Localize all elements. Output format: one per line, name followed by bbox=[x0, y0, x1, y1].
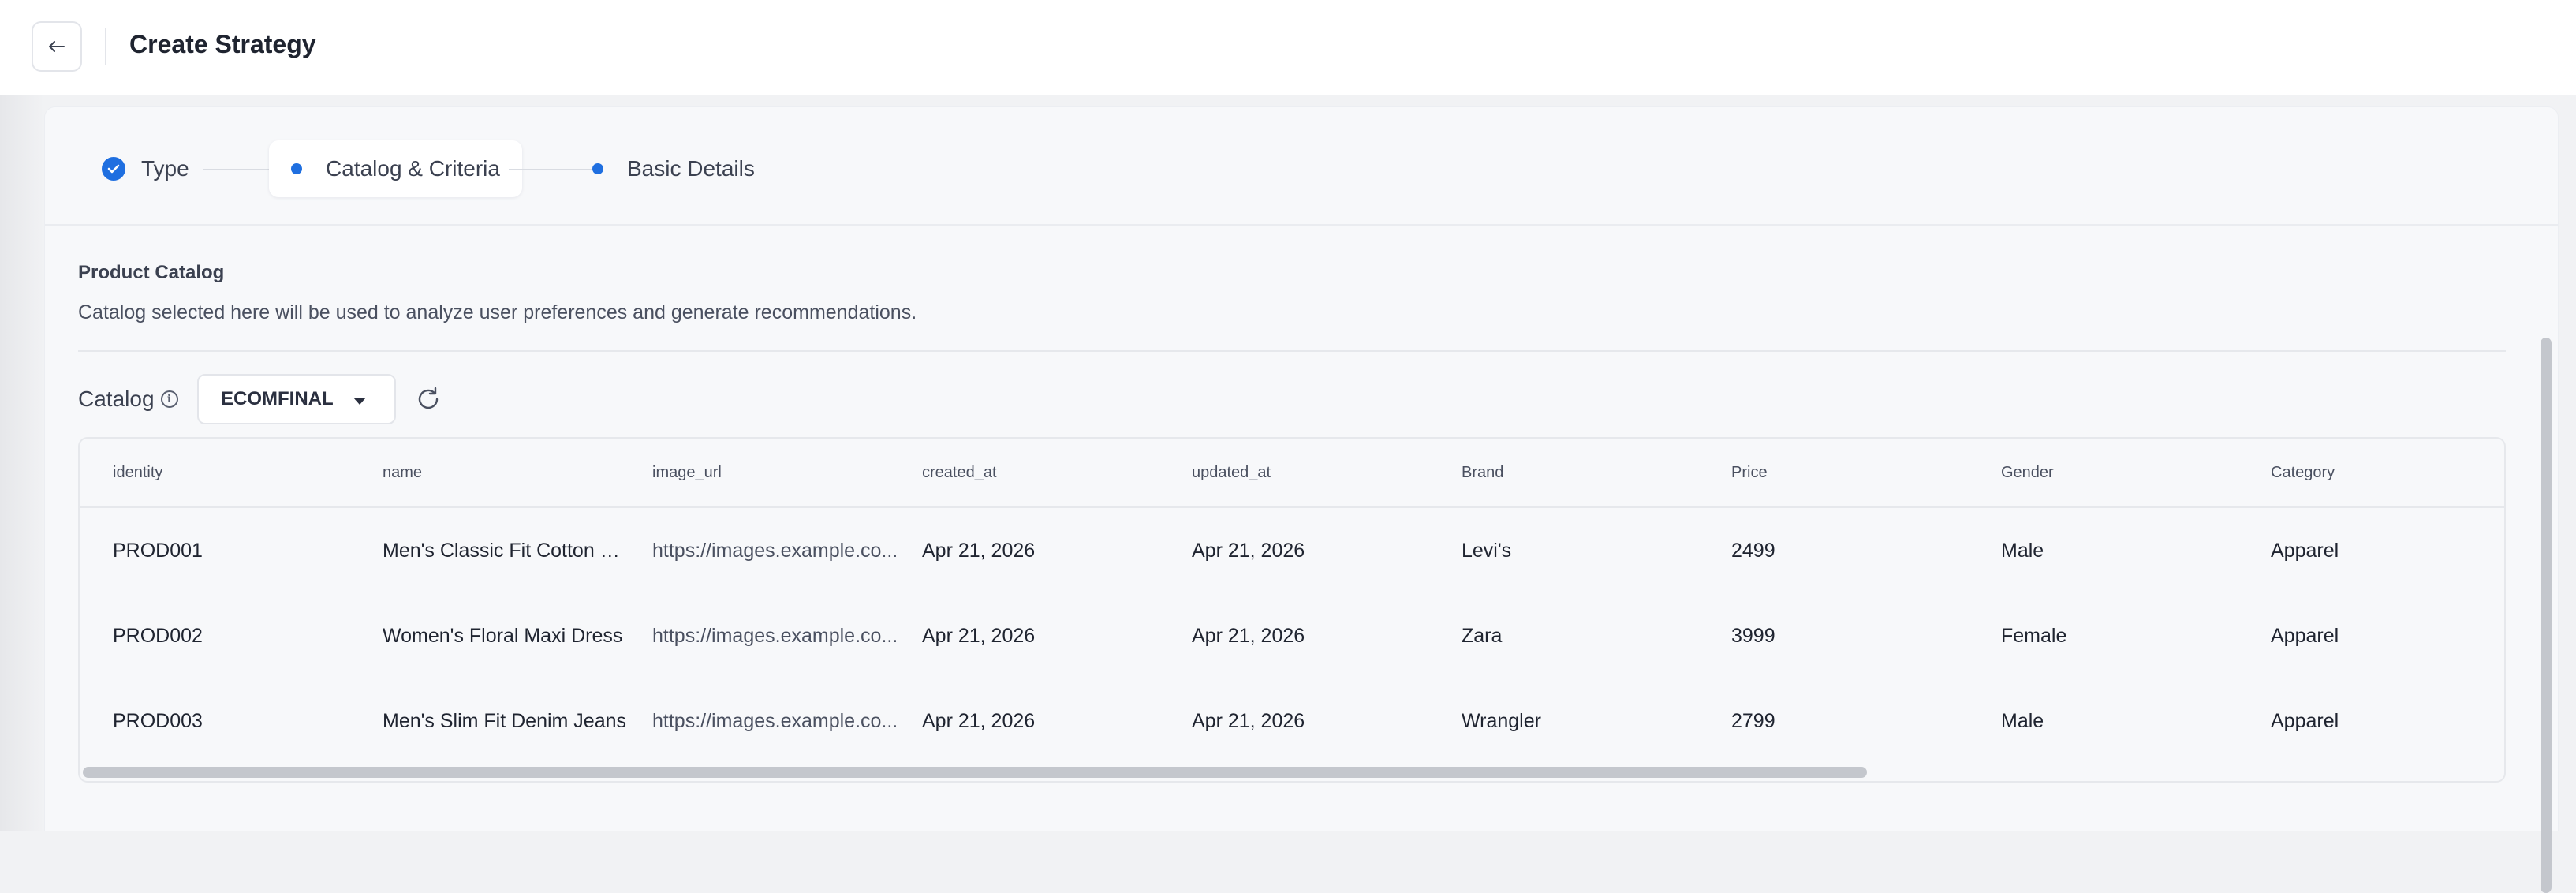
step-catalog-criteria[interactable]: Catalog & Criteria bbox=[269, 140, 522, 197]
horizontal-scrollbar-thumb[interactable] bbox=[83, 767, 1867, 778]
table-cell: Female bbox=[2001, 625, 2067, 647]
back-button[interactable] bbox=[32, 21, 82, 72]
section-divider bbox=[78, 350, 2506, 352]
column-header[interactable]: updated_at bbox=[1192, 464, 1271, 482]
table-cell: Apr 21, 2026 bbox=[922, 710, 1036, 732]
step-dot-icon bbox=[291, 163, 302, 174]
strategy-card: Type Catalog & Criteria Basic Details Pr… bbox=[44, 106, 2559, 893]
header-divider bbox=[105, 28, 106, 65]
table-cell: Apr 21, 2026 bbox=[1192, 710, 1305, 732]
info-icon[interactable]: i bbox=[160, 390, 178, 408]
column-header[interactable]: identity bbox=[113, 464, 162, 482]
column-header[interactable]: name bbox=[383, 464, 422, 482]
table-cell: https://images.example.co... bbox=[652, 710, 898, 732]
step-label: Catalog & Criteria bbox=[326, 156, 500, 181]
section-title: Product Catalog bbox=[78, 262, 225, 283]
table-cell: Apparel bbox=[2271, 625, 2339, 647]
vertical-scrollbar-thumb[interactable] bbox=[2541, 338, 2552, 893]
arrow-left-icon bbox=[49, 41, 65, 52]
table-cell: Men's Classic Fit Cotton S... bbox=[383, 540, 629, 562]
table-cell: https://images.example.co... bbox=[652, 540, 898, 562]
table-row[interactable]: PROD001 Men's Classic Fit Cotton S... ht… bbox=[80, 508, 2504, 593]
table-cell: Women's Floral Maxi Dress bbox=[383, 625, 623, 647]
table-cell: Apr 21, 2026 bbox=[922, 625, 1036, 647]
check-circle-icon bbox=[102, 157, 125, 181]
chevron-down-icon bbox=[353, 398, 366, 405]
step-label: Basic Details bbox=[627, 156, 755, 181]
catalog-selected-value: ECOMFINAL bbox=[221, 388, 334, 409]
step-label: Type bbox=[141, 156, 189, 181]
column-header[interactable]: image_url bbox=[652, 464, 722, 482]
page-title: Create Strategy bbox=[129, 30, 316, 58]
left-edge-shade bbox=[0, 95, 44, 831]
column-header[interactable]: Brand bbox=[1462, 464, 1503, 482]
table-cell: 2799 bbox=[1731, 710, 1775, 732]
table-header: identity name image_url created_at updat… bbox=[80, 439, 2504, 508]
stepper: Type Catalog & Criteria Basic Details bbox=[45, 107, 2558, 226]
catalog-dropdown[interactable]: ECOMFINAL bbox=[197, 374, 396, 424]
step-connector bbox=[203, 169, 269, 170]
vertical-scrollbar[interactable] bbox=[2536, 226, 2556, 893]
refresh-button[interactable] bbox=[413, 383, 444, 415]
table-cell: Levi's bbox=[1462, 540, 1512, 562]
column-header[interactable]: created_at bbox=[922, 464, 997, 482]
table-cell: Apr 21, 2026 bbox=[1192, 625, 1305, 647]
table-cell: Male bbox=[2001, 540, 2044, 562]
catalog-label-text: Catalog bbox=[78, 387, 155, 411]
table-row[interactable]: PROD002 Women's Floral Maxi Dress https:… bbox=[80, 593, 2504, 678]
table-cell: 3999 bbox=[1731, 625, 1775, 647]
column-header[interactable]: Price bbox=[1731, 464, 1768, 482]
table-cell: Apr 21, 2026 bbox=[1192, 540, 1305, 562]
step-type[interactable]: Type bbox=[102, 140, 189, 197]
table-cell: Male bbox=[2001, 710, 2044, 732]
catalog-label: Catalog i bbox=[78, 387, 178, 412]
step-connector bbox=[509, 169, 595, 170]
table-cell: Apr 21, 2026 bbox=[922, 540, 1036, 562]
top-bar: Create Strategy bbox=[0, 0, 2576, 95]
step-dot-icon bbox=[592, 163, 603, 174]
table-cell: Wrangler bbox=[1462, 710, 1541, 732]
section-description: Catalog selected here will be used to an… bbox=[78, 301, 917, 323]
table-cell: PROD002 bbox=[113, 625, 203, 647]
table-cell: Apparel bbox=[2271, 540, 2339, 562]
table-cell: Zara bbox=[1462, 625, 1503, 647]
table-cell: PROD003 bbox=[113, 710, 203, 732]
step-basic-details[interactable]: Basic Details bbox=[592, 140, 755, 197]
catalog-table: identity name image_url created_at updat… bbox=[78, 437, 2506, 783]
table-cell: 2499 bbox=[1731, 540, 1775, 562]
table-cell: Apparel bbox=[2271, 710, 2339, 732]
table-row[interactable]: PROD003 Men's Slim Fit Denim Jeans https… bbox=[80, 678, 2504, 764]
table-cell: https://images.example.co... bbox=[652, 625, 898, 647]
table-cell: Men's Slim Fit Denim Jeans bbox=[383, 710, 627, 732]
refresh-icon bbox=[418, 387, 439, 409]
horizontal-scrollbar[interactable] bbox=[80, 764, 2504, 781]
column-header[interactable]: Category bbox=[2271, 464, 2335, 482]
column-header[interactable]: Gender bbox=[2001, 464, 2054, 482]
table-cell: PROD001 bbox=[113, 540, 203, 562]
